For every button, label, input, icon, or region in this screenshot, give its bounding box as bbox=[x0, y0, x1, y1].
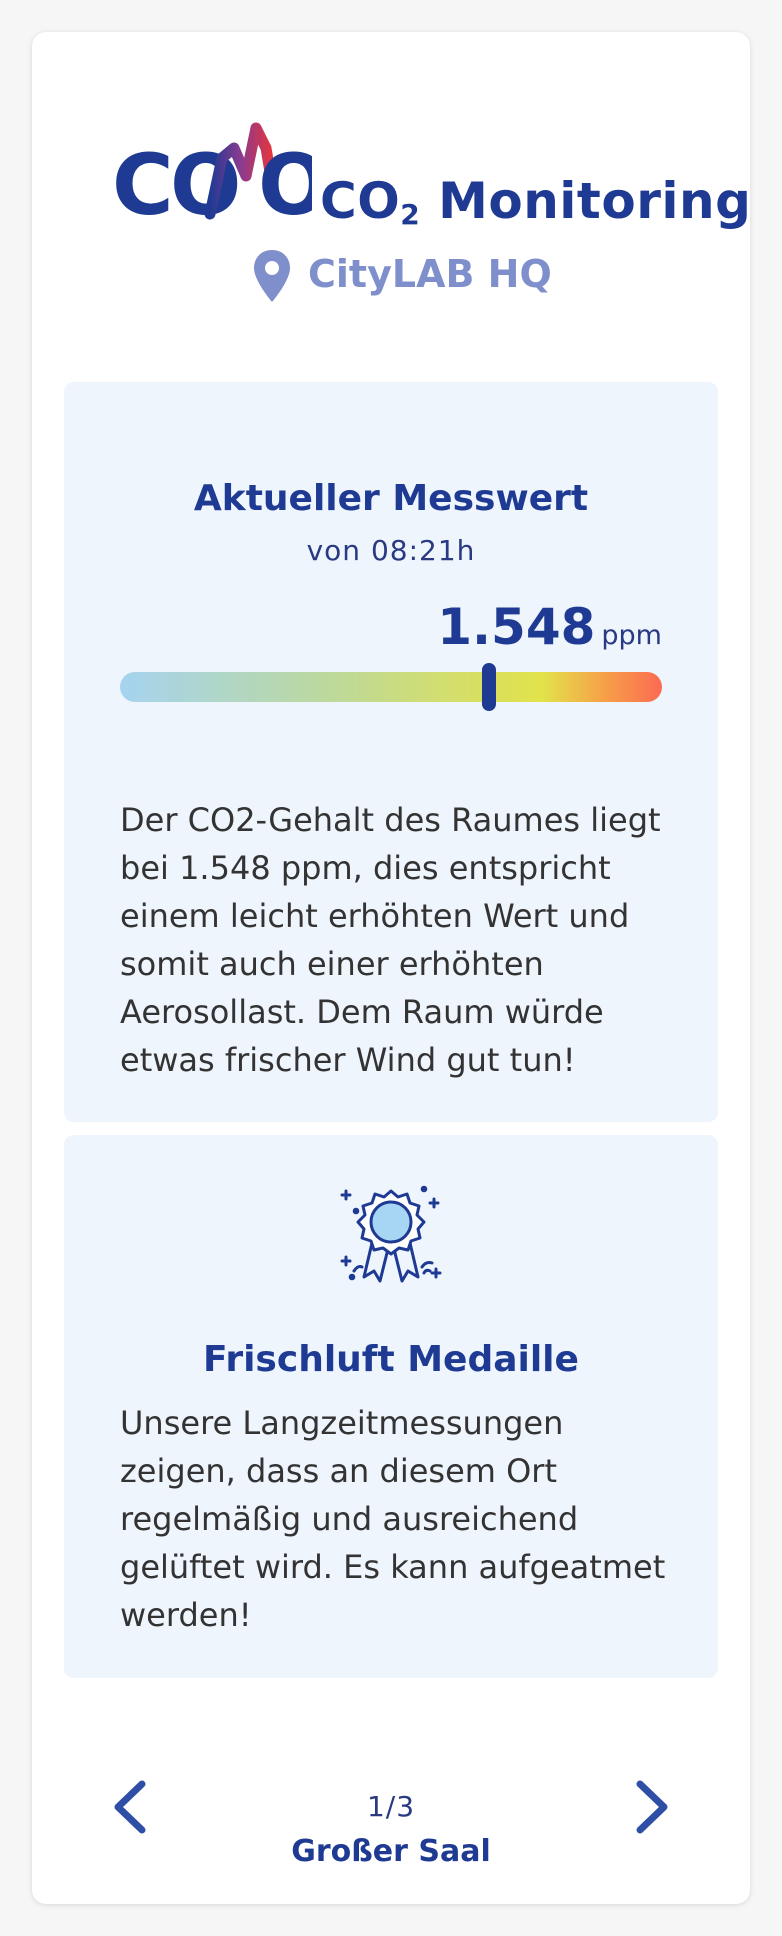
next-room-button[interactable] bbox=[622, 1772, 682, 1842]
brand-logo: C O O CO2 Monitoring bbox=[112, 114, 751, 231]
current-measurement-panel: Aktueller Messwert von 08:21h 1.548 ppm D… bbox=[64, 382, 718, 1122]
location-name: CityLAB HQ bbox=[308, 252, 552, 296]
co2-gauge bbox=[120, 663, 662, 711]
measurement-heading: Aktueller Messwert bbox=[193, 478, 589, 519]
medal-heading: Frischluft Medaille bbox=[203, 1339, 579, 1380]
svg-text:C: C bbox=[112, 136, 174, 224]
chevron-right-icon bbox=[636, 1780, 668, 1834]
header: C O O CO2 Monitoring CityLAB HQ bbox=[32, 32, 751, 332]
gauge-indicator bbox=[481, 663, 496, 711]
medal-icon bbox=[340, 1185, 442, 1283]
map-pin-icon bbox=[254, 250, 290, 302]
como-logo-icon: C O O bbox=[112, 122, 312, 224]
medal-panel: Frischluft Medaille Unsere Langzeitmessu… bbox=[64, 1135, 718, 1678]
main-card: C O O CO2 Monitoring CityLAB HQ Aktuelle… bbox=[32, 32, 751, 1904]
medal-description: Unsere Langzeitmessungen zeigen, dass an… bbox=[120, 1404, 666, 1634]
app-title: CO2 Monitoring bbox=[320, 172, 752, 231]
svg-text:O: O bbox=[258, 136, 312, 224]
co2-unit: ppm bbox=[601, 620, 662, 651]
room-navigation: 1/3 Großer Saal bbox=[32, 1732, 750, 1872]
measurement-description: Der CO2-Gehalt des Raumes liegt bei 1.54… bbox=[120, 801, 661, 1079]
measurement-timestamp: von 08:21h bbox=[306, 534, 476, 567]
co2-reading: 1.548 ppm bbox=[437, 598, 662, 656]
co2-value: 1.548 bbox=[437, 598, 596, 656]
